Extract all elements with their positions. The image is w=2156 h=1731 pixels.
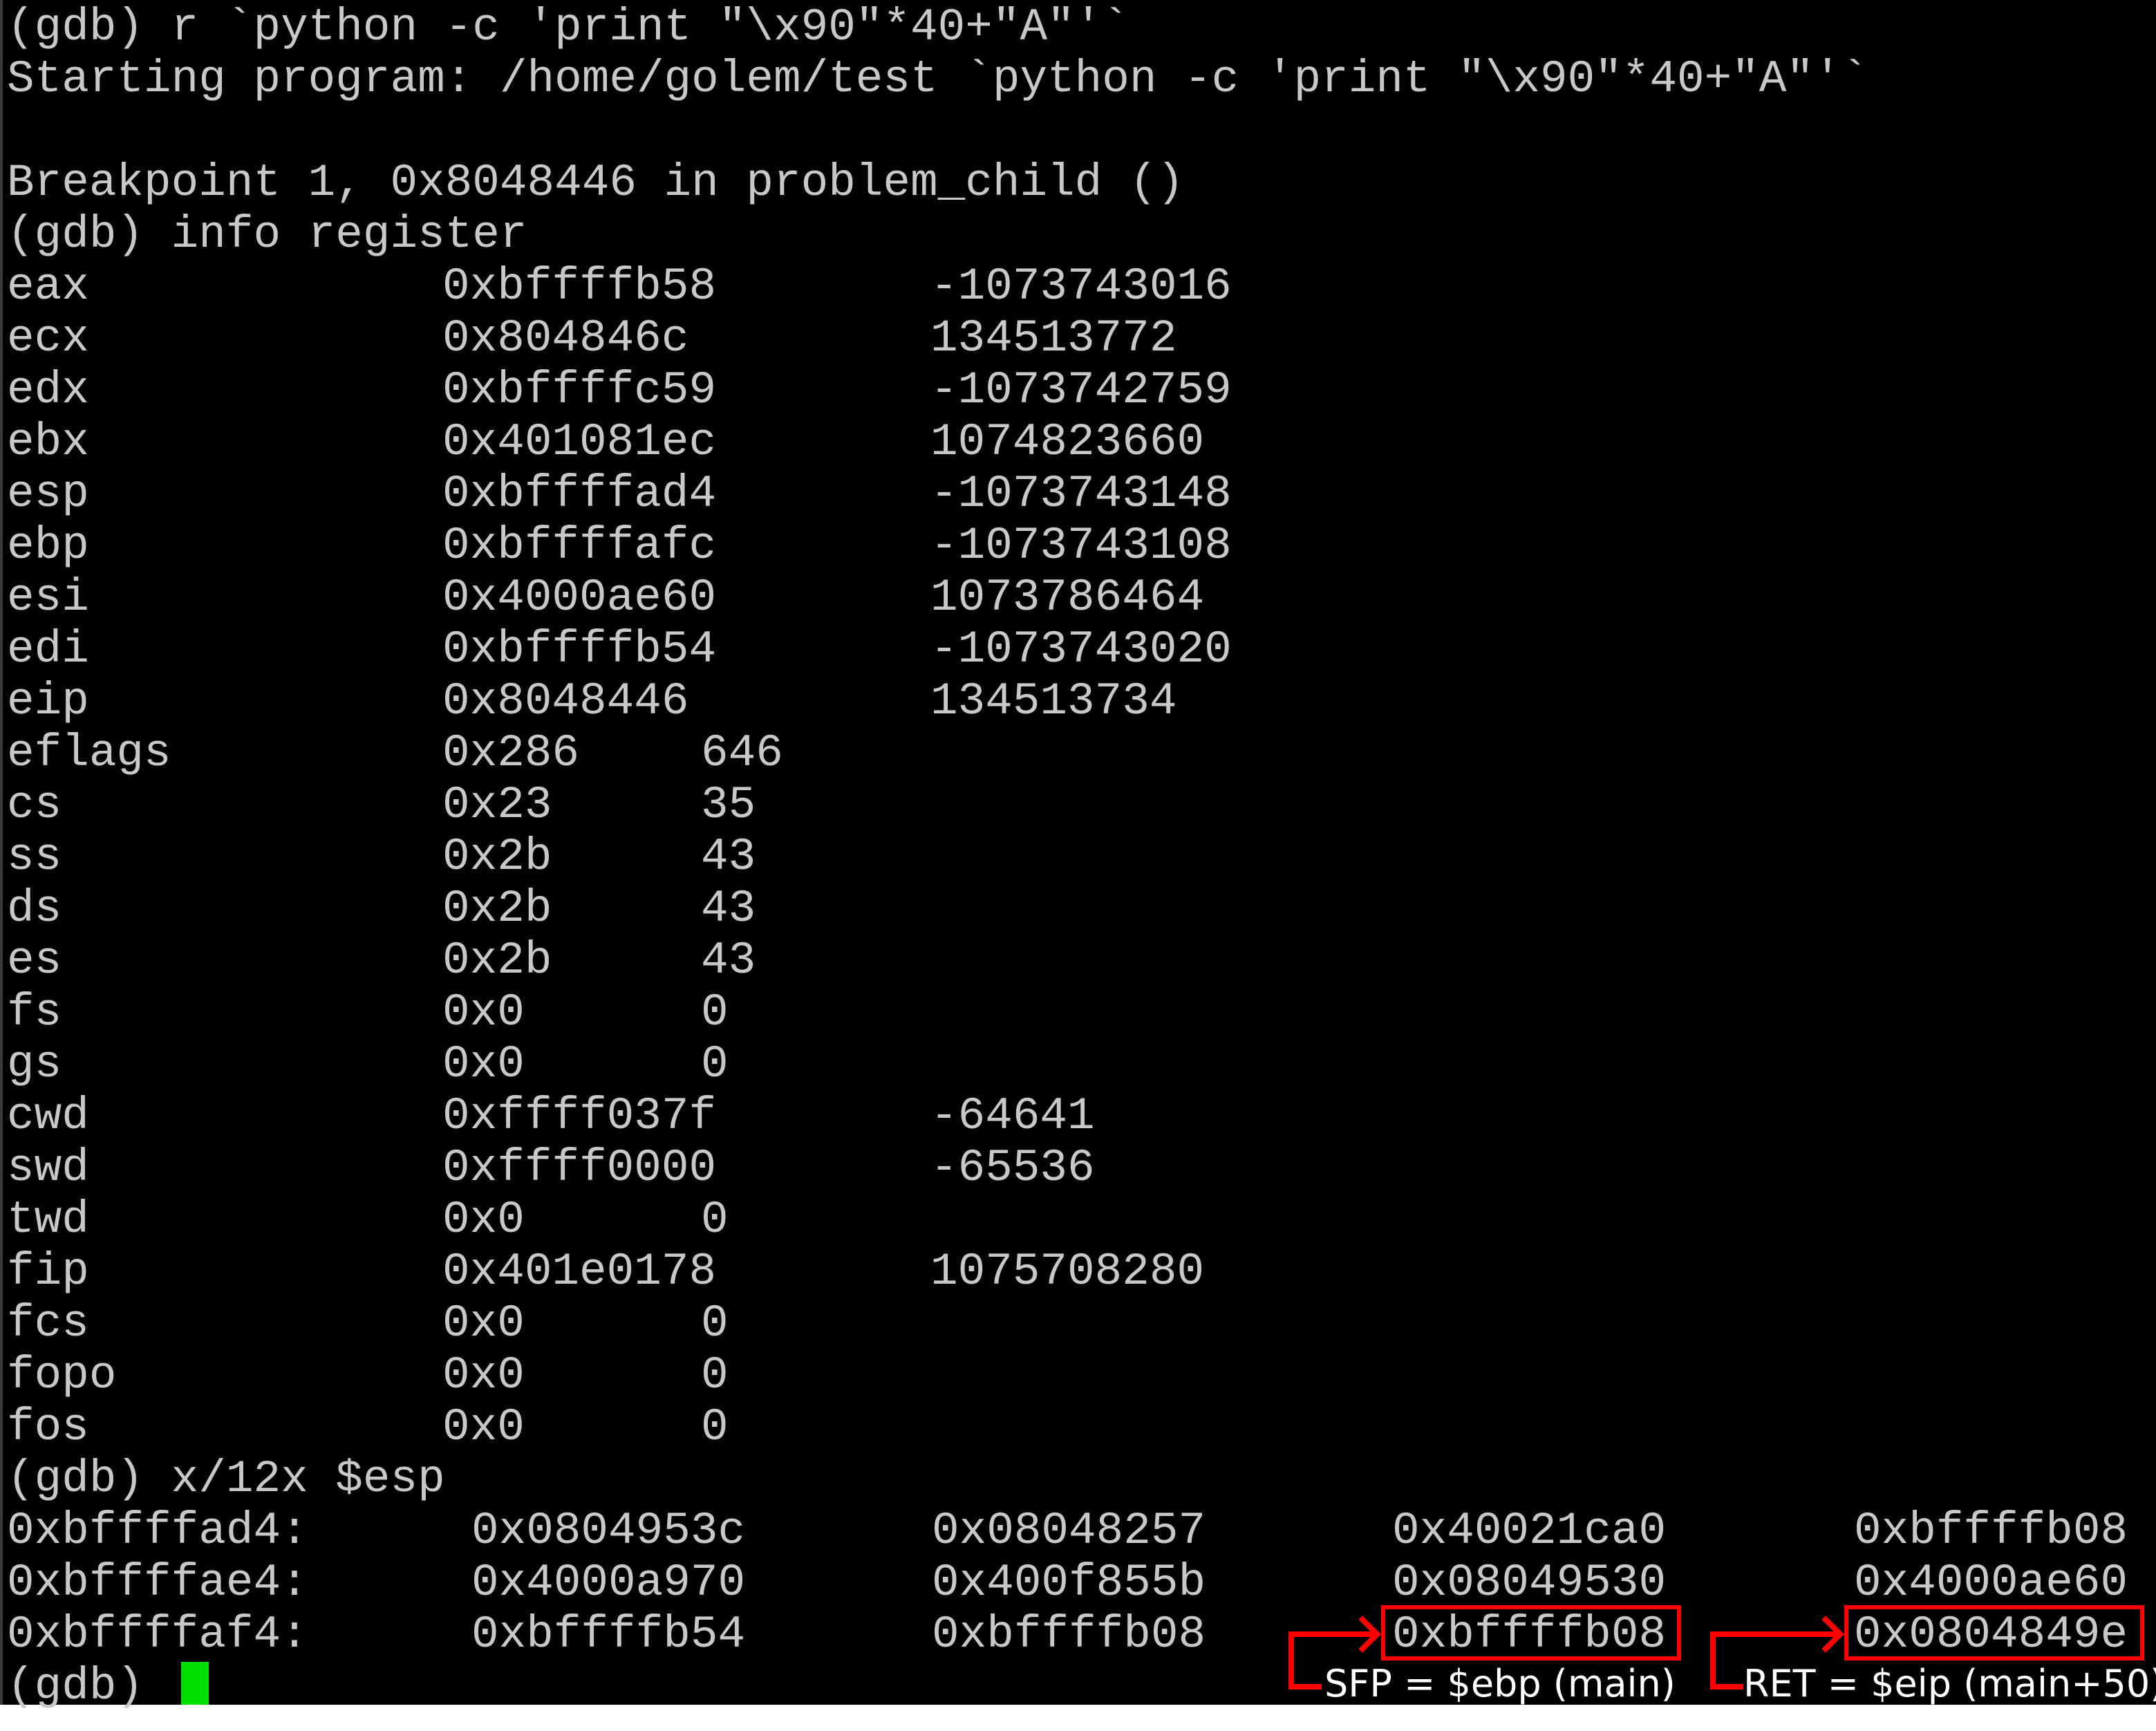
annotation-arrows — [1288, 1616, 1844, 1690]
terminal-window[interactable]: (gdb) r `python -c 'print "\x90"*40+"A"'… — [0, 0, 2156, 1712]
ret-annotation-label: RET = $eip (main+50) — [1743, 1662, 2156, 1705]
sfp-annotation-label: SFP = $ebp (main) — [1324, 1662, 1676, 1705]
